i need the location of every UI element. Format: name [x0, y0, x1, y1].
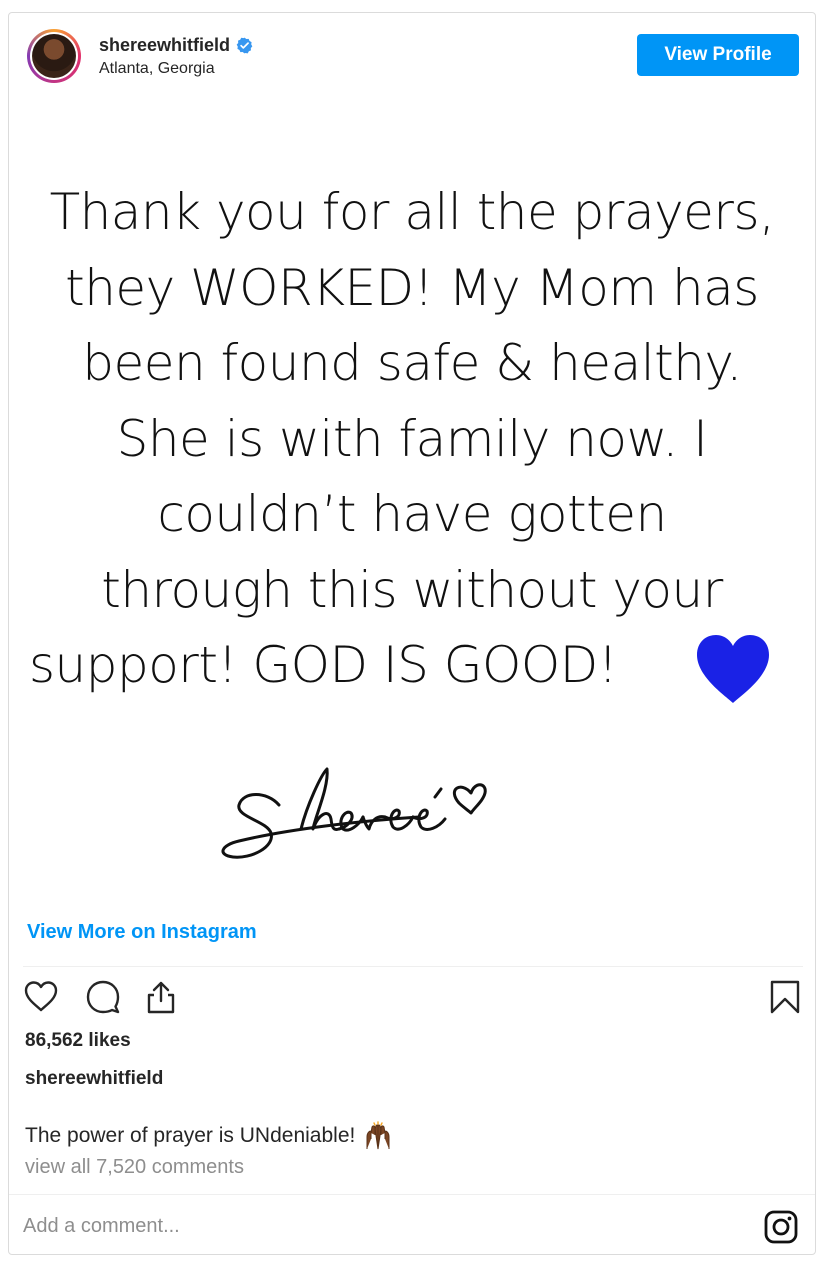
quote-line: support! GOD IS GOOD!	[29, 636, 618, 694]
instagram-embed-card: shereewhitfield Atlanta, Georgia View Pr…	[8, 12, 816, 1255]
quote-line: Thank you for all the prayers,	[49, 183, 775, 241]
heart-outline-icon[interactable]	[23, 979, 59, 1015]
comment-icon[interactable]	[85, 979, 121, 1015]
instagram-logo-icon[interactable]	[763, 1209, 799, 1245]
quote-line: they WORKED! My Mom has	[65, 258, 759, 317]
post-header: shereewhitfield Atlanta, Georgia View Pr…	[9, 13, 815, 97]
divider	[23, 966, 803, 967]
username-row: shereewhitfield	[99, 35, 253, 56]
caption-username[interactable]: shereewhitfield	[25, 1068, 163, 1090]
add-comment-input[interactable]	[23, 1209, 723, 1243]
quote-line: through this without your	[101, 560, 723, 619]
username[interactable]: shereewhitfield	[99, 35, 230, 56]
caption: The power of prayer is UNdeniable!	[25, 1121, 393, 1151]
view-profile-button[interactable]: View Profile	[637, 34, 799, 76]
comment-bar	[9, 1194, 815, 1255]
quote-line: been found safe & healthy.	[82, 334, 742, 392]
view-all-comments-link[interactable]: view all 7,520 comments	[25, 1156, 244, 1179]
view-more-on-instagram-link[interactable]: View More on Instagram	[27, 921, 257, 944]
avatar[interactable]	[27, 29, 81, 83]
verified-badge-icon	[236, 37, 253, 54]
likes-count[interactable]: 86,562 likes	[25, 1030, 131, 1052]
quote-line: She is with family now. I	[116, 409, 708, 468]
caption-text: The power of prayer is UNdeniable!	[25, 1124, 356, 1147]
bookmark-icon[interactable]	[767, 979, 803, 1015]
avatar-photo	[32, 34, 76, 78]
location-label[interactable]: Atlanta, Georgia	[99, 60, 215, 78]
share-icon[interactable]	[143, 979, 179, 1015]
post-image[interactable]: Thank you for all the prayers, they WORK…	[9, 97, 815, 917]
quote-line: couldn’t have gotten	[157, 485, 667, 543]
raising-hands-icon	[366, 1121, 390, 1150]
signature-sheree	[221, 767, 487, 859]
post-quote-text: Thank you for all the prayers, they WORK…	[23, 175, 801, 704]
action-bar	[23, 979, 803, 1019]
blue-heart-icon	[697, 635, 769, 703]
